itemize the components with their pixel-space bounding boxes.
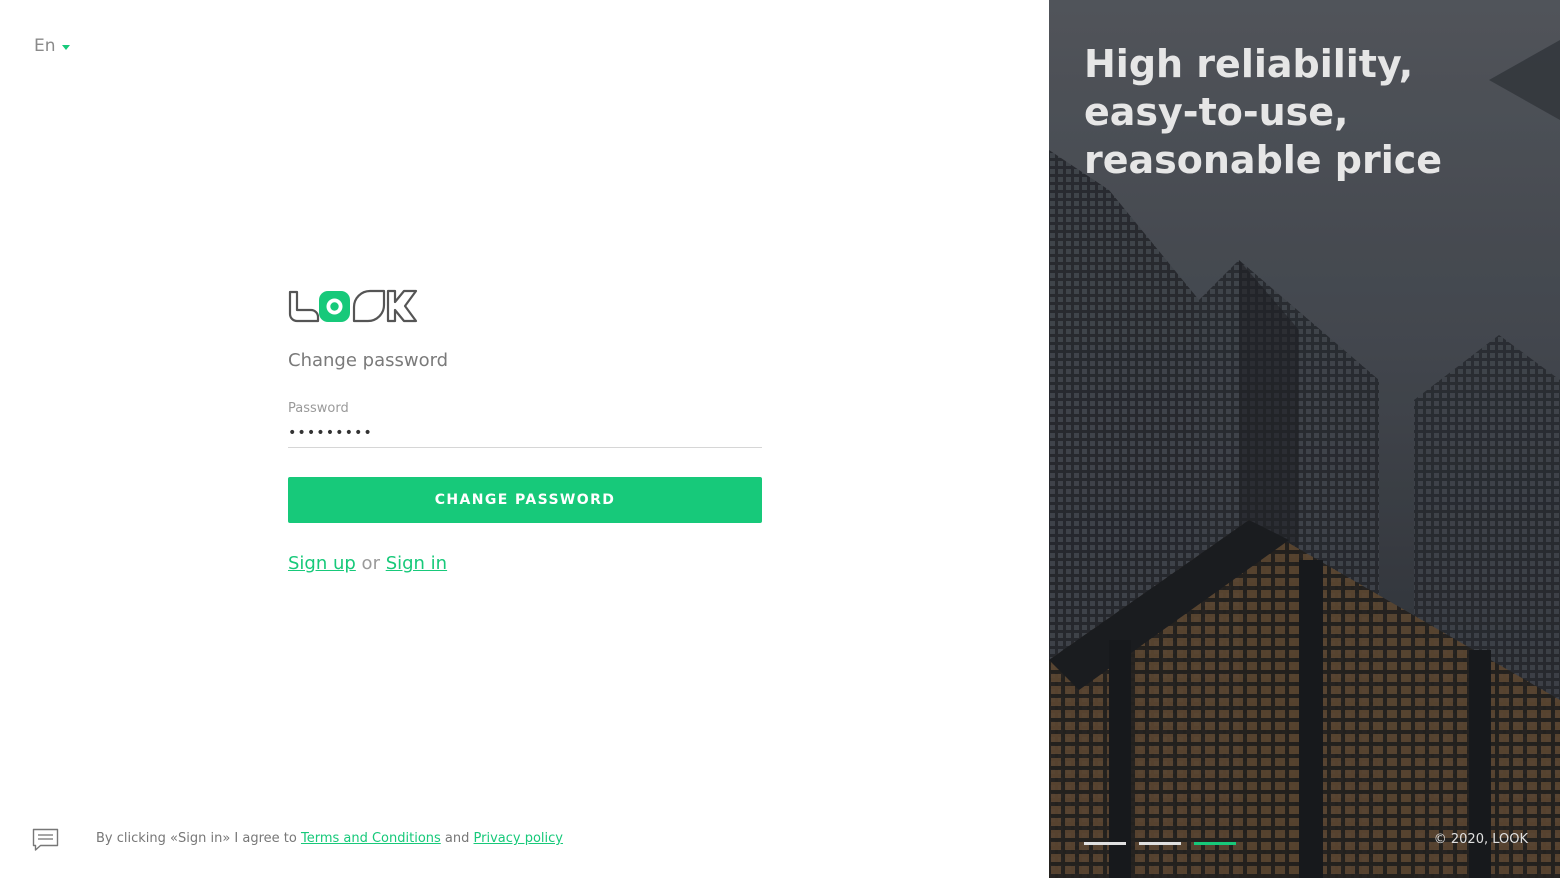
legal-and: and <box>440 831 474 846</box>
language-selector[interactable]: En <box>34 36 70 56</box>
page-title: Change password <box>288 350 449 371</box>
look-logo <box>288 289 418 323</box>
slide-indicator-3[interactable] <box>1194 842 1236 845</box>
or-text: or <box>355 553 386 574</box>
privacy-link[interactable]: Privacy policy <box>474 831 563 846</box>
change-password-form: Change password Password CHANGE PASSWORD… <box>288 288 762 574</box>
legal-notice: By clicking «Sign in» I agree to Terms a… <box>96 831 563 846</box>
password-field: Password <box>288 401 762 448</box>
auth-panel: En Change password Password CHANGE PASSW… <box>0 0 1049 878</box>
chat-bubble-icon[interactable] <box>32 828 59 852</box>
slide-indicators <box>1084 842 1249 845</box>
terms-link[interactable]: Terms and Conditions <box>301 831 441 846</box>
slide-indicator-2[interactable] <box>1139 842 1181 845</box>
password-label: Password <box>288 401 349 416</box>
promo-panel: High reliability, easy-to-use, reasonabl… <box>1049 0 1560 878</box>
sign-up-link[interactable]: Sign up <box>288 553 356 574</box>
password-input[interactable] <box>288 416 762 448</box>
caret-down-icon <box>61 45 70 50</box>
sign-in-link[interactable]: Sign in <box>386 553 447 574</box>
slide-indicator-1[interactable] <box>1084 842 1126 845</box>
auth-alternatives: Sign up or Sign in <box>288 553 762 574</box>
promo-tagline: High reliability, easy-to-use, reasonabl… <box>1084 42 1443 182</box>
change-password-button[interactable]: CHANGE PASSWORD <box>288 477 762 523</box>
copyright: © 2020, LOOK <box>1433 832 1528 847</box>
legal-prefix: By clicking «Sign in» I agree to <box>96 831 301 846</box>
language-label: En <box>34 36 56 56</box>
